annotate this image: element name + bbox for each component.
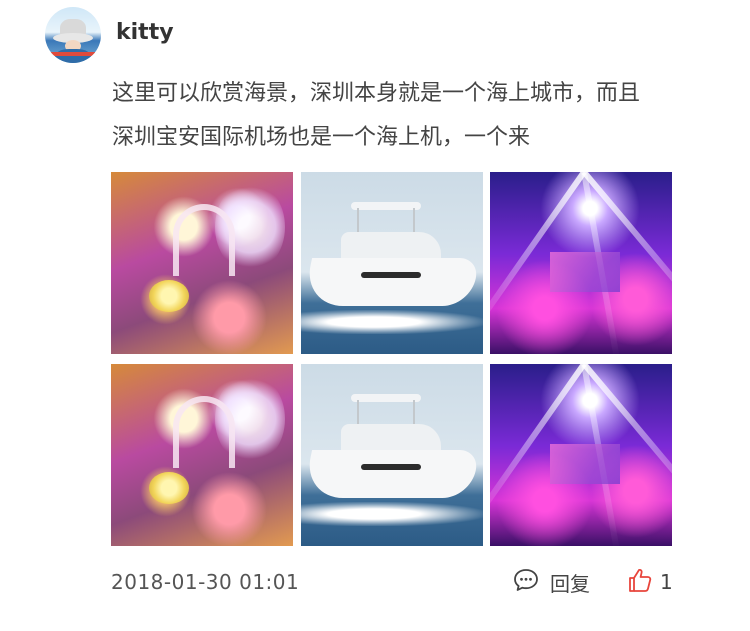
yacht-roof — [351, 202, 421, 210]
post-content: 这里可以欣赏海景，深圳本身就是一个海上城市，而且 深圳宝安国际机场也是一个海上机… — [112, 72, 712, 160]
flower-arch — [173, 396, 235, 468]
avatar[interactable] — [45, 7, 101, 63]
yacht-hull — [301, 258, 481, 306]
like-count: 1 — [660, 570, 673, 594]
image-grid — [111, 172, 673, 546]
image-thumbnail-wedding[interactable] — [111, 364, 293, 546]
image-thumbnail-wedding[interactable] — [111, 172, 293, 354]
yacht-pole — [357, 400, 359, 426]
yacht-pole — [357, 208, 359, 234]
username[interactable]: kitty — [116, 20, 174, 45]
bouquet — [149, 472, 189, 504]
bouquet — [149, 280, 189, 312]
yacht-window — [361, 272, 421, 278]
stage-screen — [550, 444, 620, 484]
yacht-pole — [413, 208, 415, 234]
water-wake — [301, 310, 483, 334]
thumbs-up-icon — [626, 566, 654, 598]
post-text-line: 深圳宝安国际机场也是一个海上机，一个来 — [112, 125, 531, 150]
light-beam — [490, 364, 587, 522]
like-button[interactable]: 1 — [626, 566, 673, 598]
comment-icon — [512, 566, 540, 598]
yacht-hull — [301, 450, 481, 498]
image-thumbnail-yacht[interactable] — [301, 364, 483, 546]
yacht-roof — [351, 394, 421, 402]
image-thumbnail-yacht[interactable] — [301, 172, 483, 354]
image-thumbnail-concert[interactable] — [490, 172, 672, 354]
reply-button[interactable]: 回复 — [512, 566, 590, 598]
post-timestamp: 2018-01-30 01:01 — [111, 570, 300, 594]
post-text-line: 这里可以欣赏海景，深圳本身就是一个海上城市，而且 — [112, 81, 641, 106]
stage-screen — [550, 252, 620, 292]
avatar-stripe — [51, 52, 95, 56]
image-thumbnail-concert[interactable] — [490, 364, 672, 546]
yacht-window — [361, 464, 421, 470]
reply-label: 回复 — [550, 571, 590, 596]
light-beam — [490, 172, 587, 330]
flower-arch — [173, 204, 235, 276]
yacht-pole — [413, 400, 415, 426]
water-wake — [301, 502, 483, 526]
